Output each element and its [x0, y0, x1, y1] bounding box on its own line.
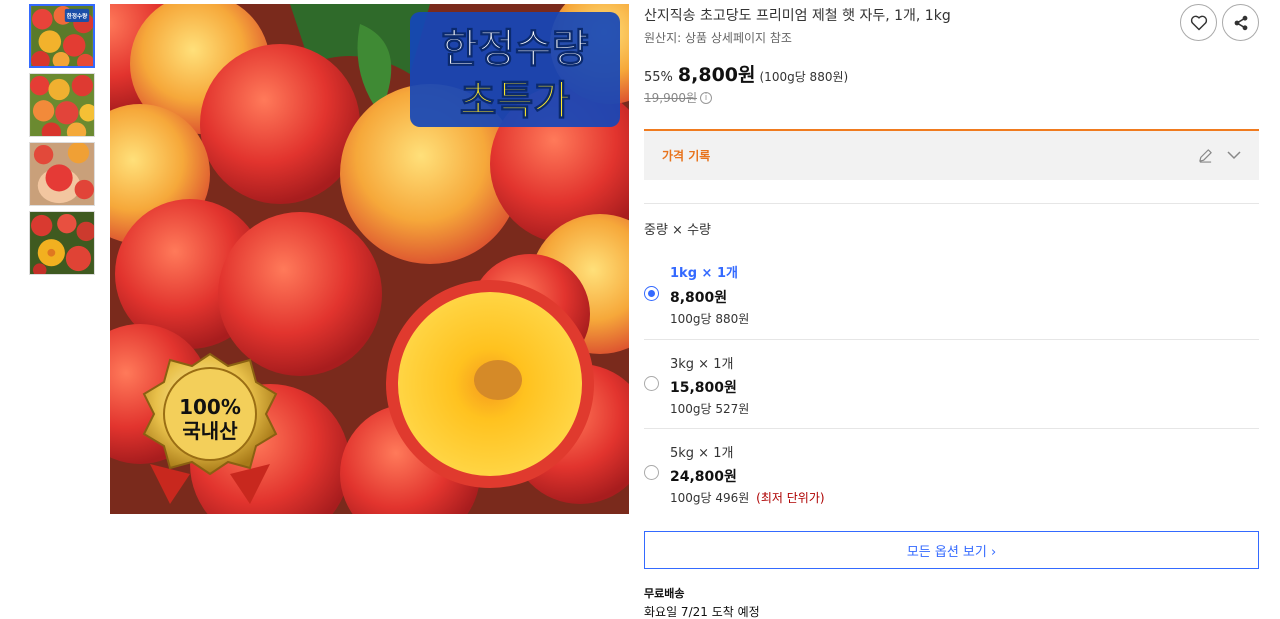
- info-icon[interactable]: i: [700, 91, 713, 104]
- thumbnail-3[interactable]: [29, 142, 95, 206]
- option-5kg[interactable]: 5kg × 1개 24,800원 100g당 496원 (최저 단위가): [644, 428, 1259, 517]
- option-radio-selected[interactable]: [644, 286, 659, 301]
- product-title: 산지직송 초고당도 프리미엄 제철 햇 자두, 1개, 1kg: [644, 8, 951, 24]
- original-price: 19,900원: [644, 91, 698, 105]
- plum-thumbnail-image: 한정수량: [31, 6, 93, 66]
- seal-line-1: 100%: [179, 395, 241, 419]
- option-price: 8,800원: [670, 290, 728, 306]
- option-heading: 중량 × 수량: [644, 223, 711, 238]
- main-product-image: 한정수량 초특가 100% 국내산: [110, 4, 629, 514]
- seal-line-2: 국내산: [182, 419, 238, 443]
- option-unit-price: 100g당 880원: [670, 312, 750, 326]
- plum-thumbnail-image: [30, 74, 94, 136]
- thumbnail-list: 한정수량: [29, 4, 95, 280]
- limited-quantity-banner: 한정수량 초특가: [410, 12, 620, 127]
- thumbnail-1[interactable]: 한정수량: [29, 4, 95, 68]
- arrival-date: 화요일 7/21 도착 예정: [644, 605, 760, 619]
- share-icon: [1234, 15, 1247, 30]
- view-all-options-button[interactable]: 모든 옵션 보기 ›: [644, 531, 1259, 569]
- unit-price: (100g당 880원): [759, 70, 849, 84]
- divider: [644, 203, 1259, 204]
- option-label: 5kg × 1개: [670, 446, 734, 461]
- option-1kg[interactable]: 1kg × 1개 8,800원 100g당 880원: [644, 250, 1259, 339]
- option-price: 15,800원: [670, 380, 737, 396]
- option-radio[interactable]: [644, 465, 659, 480]
- thumb-badge-text: 한정수량: [67, 12, 88, 20]
- lowest-unit-price-badge: (최저 단위가): [756, 491, 825, 505]
- price-history-label: 가격 기록: [662, 149, 711, 163]
- option-unit-value: 100g당 496원: [670, 491, 750, 505]
- plum-in-hand-thumbnail-image: [30, 143, 94, 205]
- banner-line-2: 초특가: [460, 78, 571, 124]
- heart-icon: [1190, 15, 1207, 30]
- sale-price: 8,800원: [677, 64, 756, 86]
- wishlist-button[interactable]: [1180, 4, 1217, 41]
- share-button[interactable]: [1222, 4, 1259, 41]
- thumbnail-2[interactable]: [29, 73, 95, 137]
- product-origin: 원산지: 상품 상세페이지 참조: [644, 31, 792, 45]
- chevron-down-icon[interactable]: [1227, 151, 1241, 160]
- price-row: 55% 8,800원 (100g당 880원): [644, 60, 848, 87]
- discount-rate: 55%: [644, 70, 673, 85]
- pencil-icon[interactable]: [1198, 148, 1213, 163]
- shipping-title: 무료배송: [644, 587, 685, 600]
- option-unit-price: 100g당 527원: [670, 402, 750, 416]
- price-history-panel[interactable]: 가격 기록: [644, 129, 1259, 180]
- thumbnail-4[interactable]: [29, 211, 95, 275]
- option-price: 24,800원: [670, 469, 737, 485]
- plum-product-photo: 한정수량 초특가 100% 국내산: [110, 4, 629, 514]
- option-3kg[interactable]: 3kg × 1개 15,800원 100g당 527원: [644, 339, 1259, 428]
- option-label: 1kg × 1개: [670, 266, 738, 281]
- plum-cut-thumbnail-image: [30, 212, 94, 274]
- option-radio[interactable]: [644, 376, 659, 391]
- option-unit-price: 100g당 496원 (최저 단위가): [670, 489, 825, 506]
- banner-line-1: 한정수량: [441, 26, 588, 72]
- option-label: 3kg × 1개: [670, 357, 734, 372]
- original-price-row: 19,900원 i: [644, 89, 713, 106]
